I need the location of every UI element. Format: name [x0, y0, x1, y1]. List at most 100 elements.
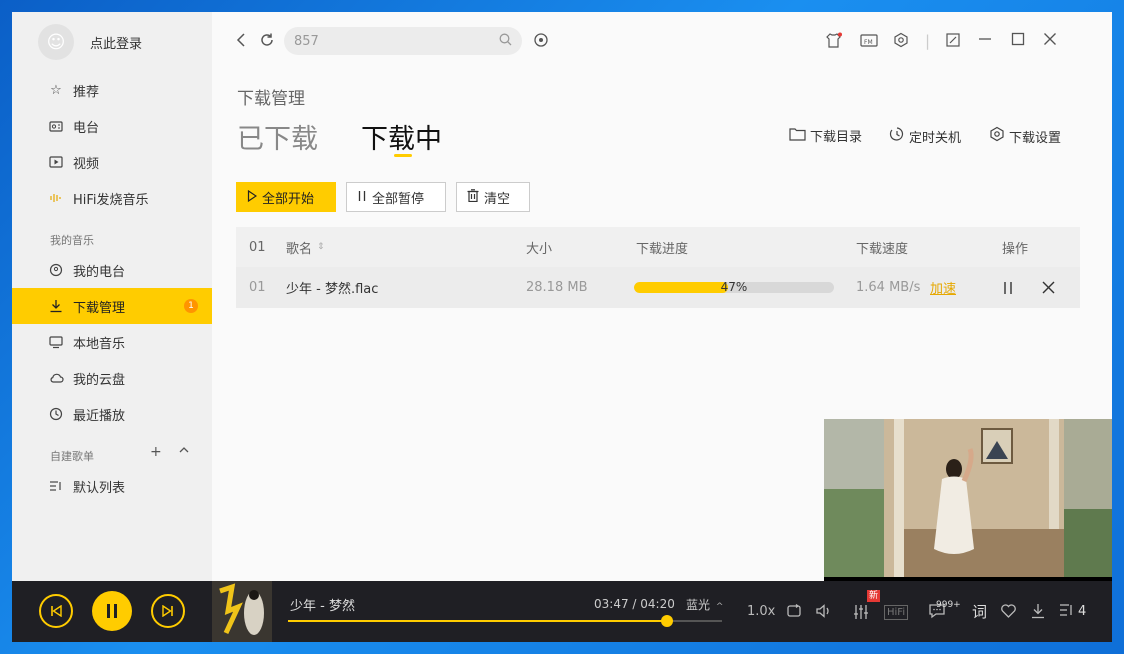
- row-size: 28.18 MB: [526, 280, 588, 295]
- now-playing-title[interactable]: 少年 - 梦然: [290, 595, 355, 614]
- playback-rate[interactable]: 1.0x: [747, 603, 775, 621]
- sidebar-item-label: 下载管理: [73, 300, 126, 316]
- pause-all-button[interactable]: 全部暂停: [346, 182, 446, 212]
- trash-icon: [467, 189, 479, 205]
- playlist-icon: [48, 478, 64, 494]
- equalizer-icon[interactable]: [852, 603, 870, 626]
- clock-icon: [48, 406, 64, 422]
- video-preview[interactable]: [824, 419, 1112, 581]
- my-music-heading: 我的音乐: [50, 234, 94, 247]
- divider: |: [925, 32, 931, 50]
- seek-bar[interactable]: [288, 615, 722, 627]
- pause-all-label: 全部暂停: [372, 191, 425, 207]
- sidebar: ☺ 点此登录 ☆ 推荐 电台 视频 HiFi发烧音乐 我的音乐 我的电台 下载管…: [12, 12, 212, 581]
- seek-knob[interactable]: [660, 615, 673, 627]
- active-tab-indicator: [394, 154, 412, 157]
- mini-mode-icon[interactable]: [945, 32, 961, 52]
- timer-icon: [889, 126, 905, 146]
- prev-track-button[interactable]: [39, 594, 73, 628]
- playlist-queue-icon[interactable]: [1059, 603, 1075, 622]
- sidebar-item-label: 我的云盘: [73, 372, 126, 388]
- voice-search-icon[interactable]: [533, 32, 549, 52]
- page-title: 下载管理: [237, 89, 305, 109]
- player-bar: 少年 - 梦然 03:47 / 04:20 蓝光 ^ 1.0x 新 HiFi 9…: [12, 581, 1112, 642]
- download-table: 01 歌名 ⇕ 大小 下载进度 下载速度 操作 01 少年 - 梦然.flac …: [236, 227, 1080, 308]
- timer-shutdown-link[interactable]: 定时关机: [889, 126, 961, 146]
- count-badge: 1: [184, 299, 198, 313]
- sort-icon[interactable]: ⇕: [317, 242, 325, 252]
- maximize-icon[interactable]: [1011, 32, 1025, 50]
- download-settings-link[interactable]: 下载设置: [989, 126, 1061, 146]
- hifi-badge[interactable]: HiFi: [884, 605, 909, 620]
- tab-downloaded[interactable]: 已下载: [237, 117, 318, 156]
- sidebar-item-recommend[interactable]: ☆ 推荐: [12, 72, 212, 108]
- fm-icon[interactable]: FM: [860, 32, 878, 52]
- back-icon[interactable]: [236, 32, 246, 52]
- podcast-icon: [48, 262, 64, 278]
- app-window: ☺ 点此登录 ☆ 推荐 电台 视频 HiFi发烧音乐 我的音乐 我的电台 下载管…: [12, 12, 1112, 642]
- pause-icon: [107, 604, 117, 618]
- sidebar-item-default-playlist[interactable]: 默认列表: [12, 468, 212, 504]
- pause-button[interactable]: [92, 591, 132, 631]
- download-icon[interactable]: [1030, 603, 1046, 624]
- row-pause-icon[interactable]: [1002, 267, 1014, 308]
- search-input[interactable]: [284, 27, 522, 55]
- sidebar-item-cloud[interactable]: 我的云盘: [12, 360, 212, 396]
- minimize-icon[interactable]: [978, 32, 992, 50]
- next-track-button[interactable]: [151, 594, 185, 628]
- row-remove-icon[interactable]: [1042, 267, 1055, 308]
- sidebar-item-hifi[interactable]: HiFi发烧音乐: [12, 180, 212, 216]
- table-row[interactable]: 01 少年 - 梦然.flac 28.18 MB 47% 1.64 MB/s 加…: [236, 267, 1080, 308]
- sidebar-item-video[interactable]: 视频: [12, 144, 212, 180]
- album-cover[interactable]: [212, 581, 272, 642]
- start-all-label: 全部开始: [262, 191, 315, 207]
- sidebar-item-download-manager[interactable]: 下载管理 1: [12, 288, 212, 324]
- sidebar-item-radio[interactable]: 电台: [12, 108, 212, 144]
- close-icon[interactable]: [1043, 32, 1057, 50]
- download-dir-link[interactable]: 下载目录: [789, 126, 862, 145]
- volume-icon[interactable]: [815, 603, 833, 624]
- video-frame-image: [824, 419, 1112, 581]
- tab-downloading[interactable]: 下载中: [361, 117, 442, 156]
- heart-icon[interactable]: [1000, 603, 1017, 624]
- video-icon: [48, 154, 64, 170]
- quality-selector[interactable]: 蓝光 ^: [686, 596, 723, 613]
- play-icon: [247, 189, 258, 205]
- next-icon: [162, 605, 173, 617]
- header-name[interactable]: 歌名 ⇕: [286, 227, 325, 267]
- header-index: 01: [249, 239, 266, 255]
- lyrics-button[interactable]: 词: [972, 603, 987, 621]
- timer-shutdown-label: 定时关机: [909, 130, 962, 146]
- add-playlist-icon[interactable]: +: [150, 444, 162, 460]
- monitor-icon: [48, 334, 64, 350]
- row-speed: 1.64 MB/s: [856, 280, 921, 295]
- login-area[interactable]: ☺ 点此登录: [38, 24, 142, 60]
- folder-icon: [789, 127, 806, 145]
- header-progress: 下载进度: [636, 241, 689, 257]
- sidebar-item-my-radio[interactable]: 我的电台: [12, 252, 212, 288]
- radio-icon: [48, 118, 64, 134]
- header-speed: 下载速度: [856, 241, 909, 257]
- refresh-icon[interactable]: [259, 32, 275, 52]
- sidebar-item-recent[interactable]: 最近播放: [12, 396, 212, 432]
- login-label[interactable]: 点此登录: [90, 33, 142, 52]
- sidebar-item-label: 默认列表: [73, 480, 126, 496]
- sidebar-item-label: 视频: [73, 156, 100, 172]
- clear-button[interactable]: 清空: [456, 182, 530, 212]
- download-dir-label: 下载目录: [810, 130, 863, 145]
- sidebar-item-local-music[interactable]: 本地音乐: [12, 324, 212, 360]
- skin-icon[interactable]: [825, 32, 843, 54]
- settings-icon[interactable]: [893, 32, 909, 52]
- header-name-label: 歌名: [286, 241, 313, 257]
- progress-text: 47%: [720, 280, 748, 294]
- speedup-link[interactable]: 加速: [930, 267, 956, 308]
- search-icon[interactable]: [499, 33, 512, 50]
- sidebar-item-label: 推荐: [73, 84, 100, 100]
- playlist-section-heading: 自建歌单: [50, 450, 94, 463]
- avatar[interactable]: ☺: [38, 24, 74, 60]
- album-art-image: [212, 581, 272, 642]
- start-all-button[interactable]: 全部开始: [236, 182, 336, 212]
- chevron-up-icon[interactable]: [178, 444, 190, 460]
- repeat-icon[interactable]: [786, 603, 802, 624]
- quality-label: 蓝光: [686, 598, 711, 612]
